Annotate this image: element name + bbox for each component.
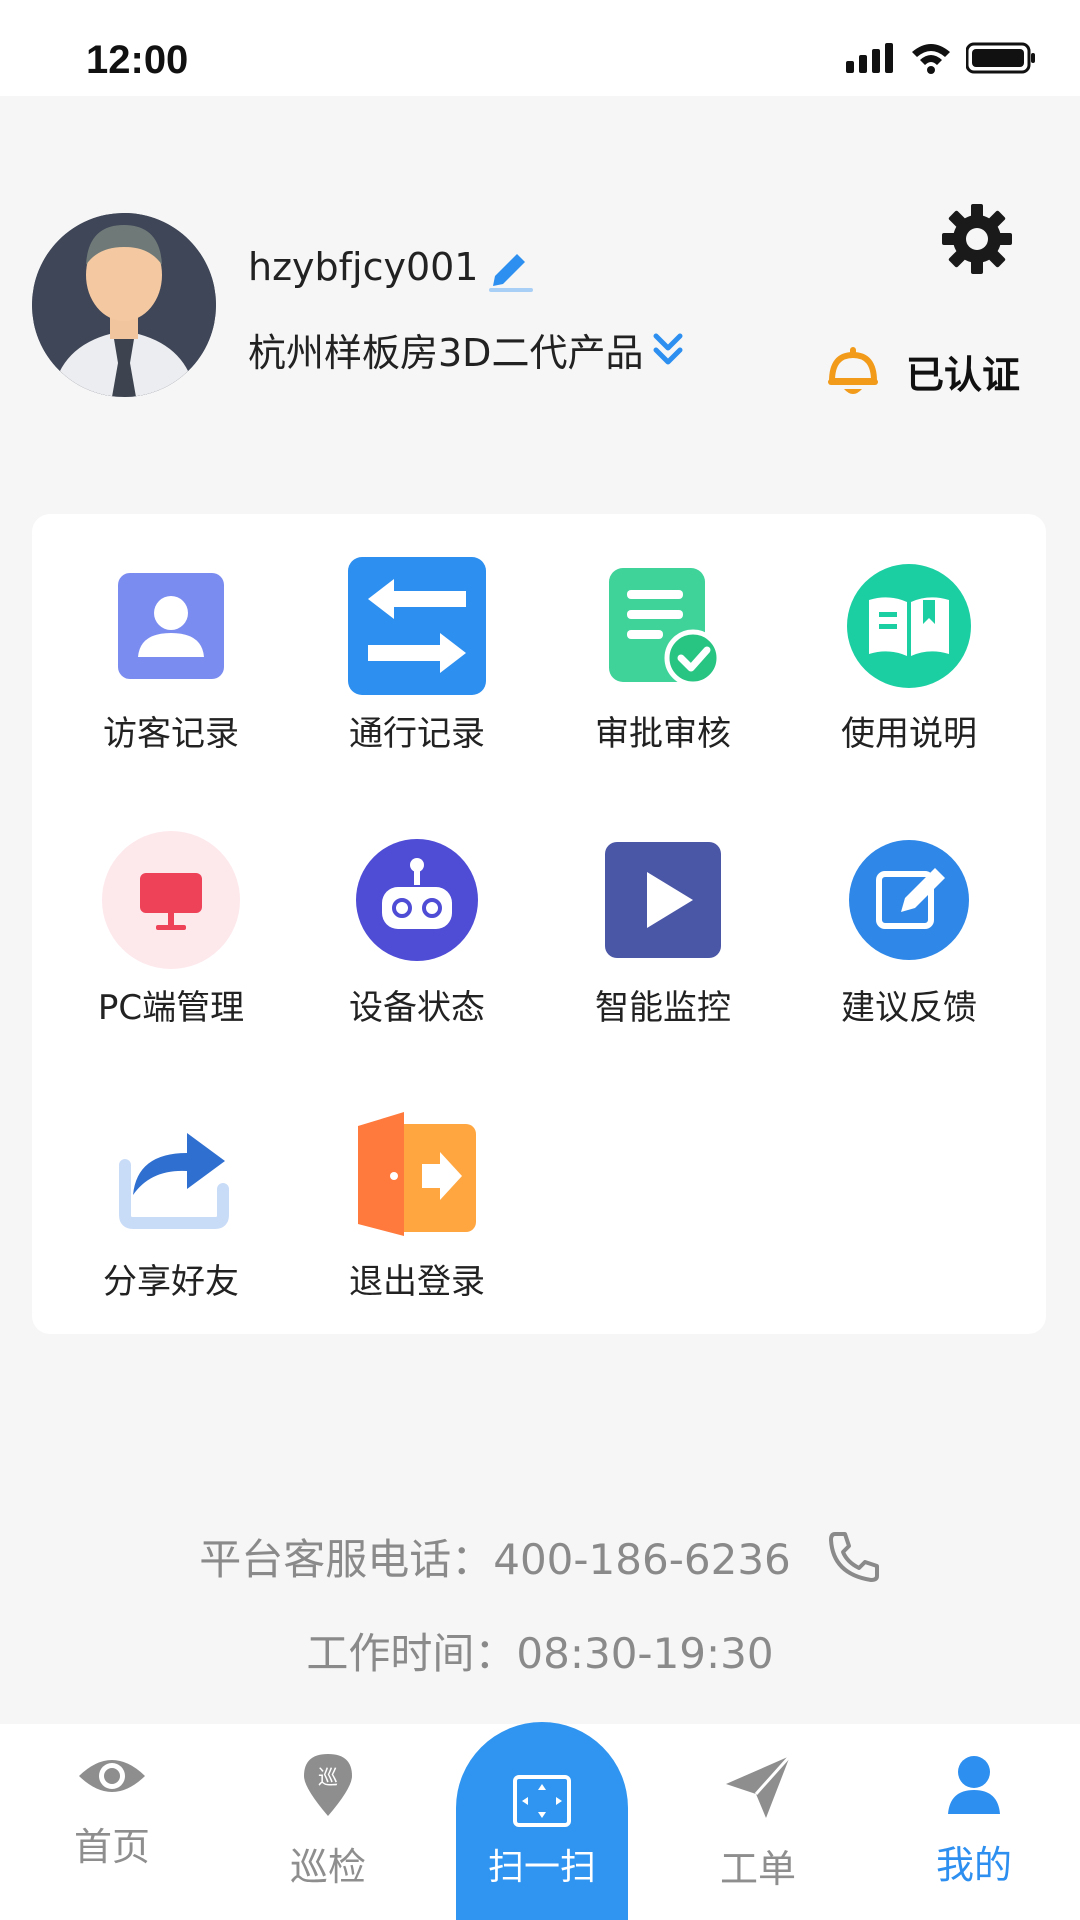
phone-icon[interactable] [827, 1530, 881, 1584]
menu-label: 使用说明 [841, 714, 977, 754]
play-icon [605, 842, 721, 958]
menu-label: PC端管理 [97, 988, 245, 1028]
chevron-double-down-icon [653, 333, 683, 364]
avatar[interactable] [32, 213, 216, 397]
menu-label: 访客记录 [103, 714, 239, 754]
function-menu-card: 访客记录 通行记录 审批审核 使用说明 PC端管理 设备状态 智能监控 建议反馈… [32, 514, 1046, 1334]
menu-label: 智能监控 [595, 988, 731, 1028]
menu-item-access-records[interactable]: 通行记录 [294, 556, 540, 756]
menu-item-device-status[interactable]: 设备状态 [294, 830, 540, 1030]
battery-icon [966, 42, 1035, 74]
status-time: 12:00 [86, 38, 189, 82]
customer-service-phone[interactable]: 平台客服电话：400-186-6236 [0, 1526, 1080, 1587]
paper-plane-icon [726, 1754, 792, 1818]
verified-label: 已认证 [906, 353, 1021, 397]
share-icon [119, 1133, 229, 1229]
menu-label: 分享好友 [103, 1262, 239, 1302]
scan-button[interactable]: 扫一扫 [456, 1722, 628, 1920]
working-hours: 工作时间：08:30-19:30 [306, 1629, 774, 1678]
tab-workorder[interactable]: 工单 [678, 1754, 838, 1893]
monitor-icon [102, 831, 240, 969]
menu-item-feedback[interactable]: 建议反馈 [786, 830, 1032, 1030]
menu-item-visitor-records[interactable]: 访客记录 [48, 556, 294, 756]
edit-pencil-icon[interactable] [485, 242, 535, 292]
approval-document-icon [609, 568, 721, 684]
edit-icon [849, 840, 969, 960]
scan-frame-icon [513, 1775, 571, 1827]
menu-item-pc-management[interactable]: PC端管理 [48, 830, 294, 1030]
manual-book-icon [847, 564, 971, 688]
robot-icon [356, 839, 478, 961]
logout-door-icon [358, 1112, 476, 1236]
tab-label: 首页 [73, 1825, 150, 1869]
company-selector[interactable]: 杭州样板房3D二代产品 [248, 322, 683, 377]
username-text: hzybfjcy001 [248, 245, 479, 289]
tab-label: 我的 [935, 1843, 1012, 1887]
menu-item-instructions[interactable]: 使用说明 [786, 556, 1032, 756]
person-avatar-icon [32, 213, 216, 397]
transfer-arrows-icon [348, 557, 486, 695]
menu-item-logout[interactable]: 退出登录 [294, 1104, 540, 1304]
username[interactable]: hzybfjcy001 [248, 242, 535, 292]
system-icons [846, 42, 1036, 74]
menu-item-approval[interactable]: 审批审核 [540, 556, 786, 756]
person-icon [948, 1756, 1000, 1814]
tab-home[interactable]: 首页 [32, 1754, 192, 1871]
menu-item-smart-monitoring[interactable]: 智能监控 [540, 830, 786, 1030]
menu-label: 审批审核 [595, 714, 731, 754]
company-name: 杭州样板房3D二代产品 [248, 331, 644, 375]
menu-label: 建议反馈 [841, 988, 977, 1028]
wifi-icon [912, 44, 950, 74]
menu-label: 设备状态 [349, 988, 485, 1028]
menu-label: 退出登录 [349, 1262, 485, 1302]
tab-label: 工单 [719, 1847, 796, 1891]
gear-icon[interactable] [940, 202, 1014, 276]
tab-patrol[interactable]: 巡 巡检 [248, 1752, 408, 1891]
signal-icon [846, 43, 893, 73]
eye-icon [79, 1760, 145, 1792]
status-bar: 12:00 [0, 0, 1080, 96]
verified-badge: 已认证 [826, 344, 1020, 399]
tab-mine[interactable]: 我的 [894, 1754, 1054, 1889]
phone-text: 平台客服电话：400-186-6236 [199, 1535, 791, 1584]
bell-icon [828, 346, 878, 394]
menu-item-share[interactable]: 分享好友 [48, 1104, 294, 1304]
svg-text:巡: 巡 [318, 1765, 338, 1789]
menu-label: 通行记录 [349, 714, 485, 754]
visitor-icon [118, 573, 224, 679]
tab-label: 巡检 [289, 1845, 366, 1889]
scan-label: 扫一扫 [487, 1847, 596, 1888]
location-pin-icon: 巡 [304, 1754, 352, 1816]
